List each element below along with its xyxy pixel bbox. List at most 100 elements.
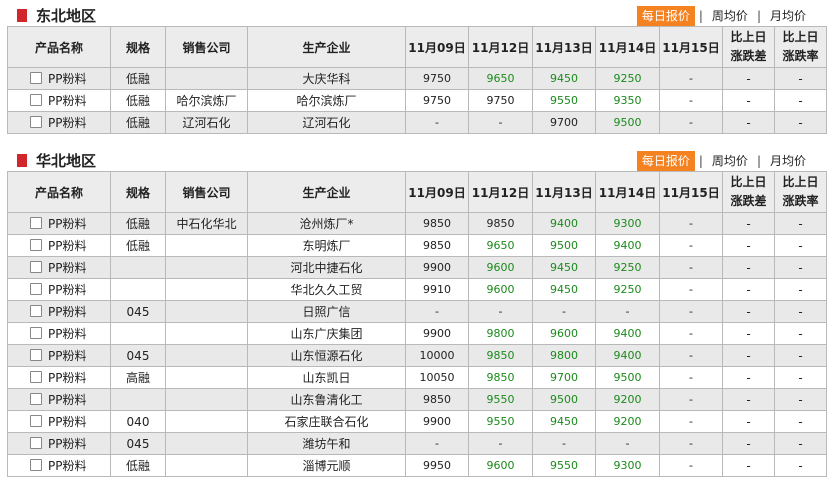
price-cell: 9450	[532, 256, 596, 279]
price-cell: -	[405, 300, 469, 323]
price-table: 产品名称 规格 销售公司 生产企业 11月09日 11月12日 11月13日 11月14日 11…	[7, 171, 827, 477]
row-checkbox[interactable]	[30, 115, 42, 128]
price-cell: 9700	[532, 366, 596, 389]
row-checkbox[interactable]	[30, 93, 42, 106]
price-cell: 9900	[405, 410, 469, 433]
header-diff-line1: 比上日	[730, 30, 767, 44]
price-cell: -	[595, 300, 660, 323]
product-name: PP粉料	[48, 436, 87, 451]
seller-cell: 辽河石化	[165, 111, 248, 134]
product-cell: PP粉料	[7, 278, 111, 301]
price-cell: 9600	[532, 322, 596, 345]
section-header: 东北地区 每日报价 | 周均价 | 月均价	[0, 0, 827, 26]
rate-cell: -	[774, 388, 827, 411]
row-checkbox[interactable]	[30, 436, 42, 449]
price-cell: -	[659, 234, 723, 257]
product-cell: PP粉料	[7, 388, 111, 411]
row-checkbox[interactable]	[30, 71, 42, 84]
table-row: PP粉料 低融 淄博元顺 9950 9600 9550 9300- - -	[7, 454, 827, 477]
price-cell: -	[468, 111, 533, 134]
row-checkbox[interactable]	[30, 304, 42, 317]
spec-cell: 045	[110, 300, 166, 323]
price-cell: -	[659, 89, 723, 112]
price-cell: 9750	[405, 67, 469, 90]
tab-weekly[interactable]: 周均价	[707, 6, 753, 26]
diff-cell: -	[722, 234, 775, 257]
product-name: PP粉料	[48, 282, 87, 297]
diff-cell: -	[722, 111, 775, 134]
producer-cell: 山东鲁清化工	[247, 388, 406, 411]
price-cell: 9750	[468, 89, 533, 112]
product-name: PP粉料	[48, 370, 87, 385]
row-checkbox[interactable]	[30, 282, 42, 295]
header-date: 11月12日	[468, 26, 533, 68]
product-cell: PP粉料	[7, 111, 111, 134]
diff-cell: -	[722, 366, 775, 389]
price-cell: 9800	[532, 344, 596, 367]
diff-cell: -	[722, 432, 775, 455]
price-cell: 9400	[595, 322, 660, 345]
row-checkbox[interactable]	[30, 238, 42, 251]
producer-cell: 哈尔滨炼厂	[247, 89, 406, 112]
row-checkbox[interactable]	[30, 216, 42, 229]
table-row: PP粉料 低融 辽河石化 辽河石化 - -9700 9500- - -	[7, 111, 827, 134]
seller-cell	[165, 256, 248, 279]
rate-cell: -	[774, 234, 827, 257]
spec-cell: 低融	[110, 89, 166, 112]
price-cell: 9550	[468, 388, 533, 411]
row-checkbox[interactable]	[30, 260, 42, 273]
price-period-tabs: 每日报价 | 周均价 | 月均价	[636, 151, 811, 171]
price-cell: 9550	[532, 454, 596, 477]
producer-cell: 山东广庆集团	[247, 322, 406, 345]
header-spec: 规格	[110, 26, 166, 68]
row-checkbox[interactable]	[30, 458, 42, 471]
tab-daily[interactable]: 每日报价	[636, 6, 695, 26]
producer-cell: 华北久久工贸	[247, 278, 406, 301]
header-diff-line2: 涨跌差	[730, 49, 767, 63]
tab-weekly[interactable]: 周均价	[707, 151, 753, 171]
table-row: PP粉料 045 潍坊午和 - - - - - - -	[7, 432, 827, 455]
seller-cell	[165, 322, 248, 345]
product-name: PP粉料	[48, 260, 87, 275]
row-checkbox[interactable]	[30, 392, 42, 405]
product-name: PP粉料	[48, 115, 87, 130]
price-cell: 9600	[468, 256, 533, 279]
price-cell: -	[468, 432, 533, 455]
diff-cell: -	[722, 89, 775, 112]
spec-cell: 低融	[110, 454, 166, 477]
product-name: PP粉料	[48, 414, 87, 429]
row-checkbox[interactable]	[30, 414, 42, 427]
table-header-row: 产品名称 规格 销售公司 生产企业 11月09日 11月12日 11月13日 11月14日 11…	[7, 26, 827, 68]
header-date: 11月13日	[532, 171, 596, 213]
price-cell: 9350	[595, 89, 660, 112]
producer-cell: 东明炼厂	[247, 234, 406, 257]
product-name: PP粉料	[48, 458, 87, 473]
price-cell: -	[659, 322, 723, 345]
price-cell: 9550	[468, 410, 533, 433]
tab-daily[interactable]: 每日报价	[636, 151, 695, 171]
product-cell: PP粉料	[7, 256, 111, 279]
product-cell: PP粉料	[7, 322, 111, 345]
price-cell: 9450	[532, 67, 596, 90]
price-cell: -	[659, 410, 723, 433]
spec-cell	[110, 278, 166, 301]
header-producer: 生产企业	[247, 171, 406, 213]
price-period-tabs: 每日报价 | 周均价 | 月均价	[636, 6, 811, 26]
seller-cell	[165, 344, 248, 367]
table-row: PP粉料 山东广庆集团 9900 9800 9600 9400- - -	[7, 322, 827, 345]
price-cell: -	[659, 388, 723, 411]
row-checkbox[interactable]	[30, 370, 42, 383]
tab-monthly[interactable]: 月均价	[765, 151, 811, 171]
price-cell: 10050	[405, 366, 469, 389]
row-checkbox[interactable]	[30, 326, 42, 339]
row-checkbox[interactable]	[30, 348, 42, 361]
tab-monthly[interactable]: 月均价	[765, 6, 811, 26]
rate-cell: -	[774, 212, 827, 235]
header-date: 11月15日	[659, 171, 723, 213]
header-date: 11月13日	[532, 26, 596, 68]
product-cell: PP粉料	[7, 432, 111, 455]
price-cell: 9200	[595, 410, 660, 433]
table-row: PP粉料 低融 中石化华北 沧州炼厂* 9850 9850 9400 9300- - -	[7, 212, 827, 235]
price-cell: -	[659, 278, 723, 301]
rate-cell: -	[774, 322, 827, 345]
